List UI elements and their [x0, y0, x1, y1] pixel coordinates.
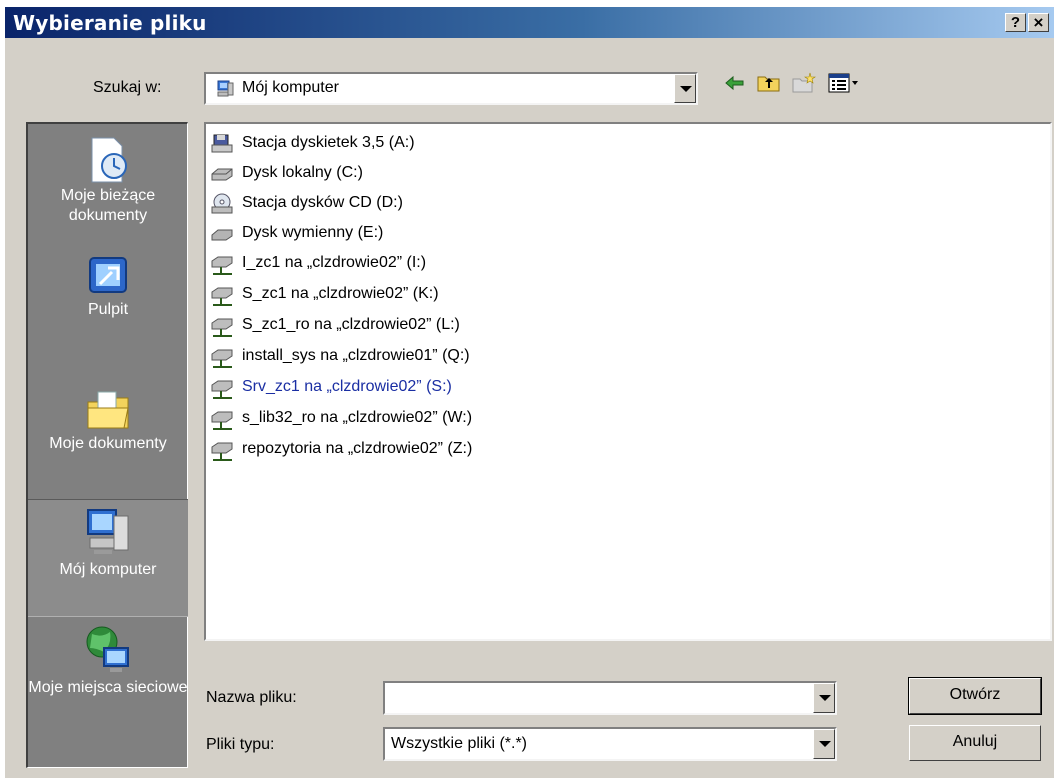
place-label: Pulpit	[87, 301, 129, 318]
removable-drive-icon	[211, 229, 233, 241]
filename-combo[interactable]	[383, 681, 837, 715]
place-my-computer[interactable]: Mój komputer	[28, 499, 188, 617]
place-label: Mój komputer	[59, 561, 157, 578]
hard-drive-icon	[211, 168, 233, 181]
place-my-documents[interactable]: Moje dokumenty	[28, 386, 188, 454]
network-drive-icon	[211, 318, 233, 337]
chevron-down-icon	[680, 85, 692, 92]
recent-documents-icon	[91, 137, 127, 183]
lookin-dropdown-button[interactable]	[674, 74, 696, 103]
cancel-button[interactable]: Anuluj	[909, 725, 1041, 761]
lookin-label: Szukaj w:	[93, 79, 162, 96]
help-button[interactable]: ?	[1005, 13, 1026, 32]
places-bar: Moje bieżące dokumenty Pulpit Moje dokum…	[26, 122, 188, 768]
network-drive-icon	[211, 349, 233, 368]
network-drive-icon	[211, 287, 233, 306]
file-list[interactable]: Stacja dyskietek 3,5 (A:) Dysk lokalny (…	[204, 122, 1052, 641]
network-drive-icon	[211, 442, 233, 461]
chevron-down-icon	[819, 741, 831, 747]
close-button[interactable]: ×	[1028, 13, 1049, 32]
lookin-value: Mój komputer	[242, 79, 339, 96]
place-recent-documents[interactable]: Moje bieżące dokumenty	[28, 134, 188, 226]
my-documents-icon	[87, 391, 129, 429]
network-places-icon	[86, 626, 129, 672]
floppy-drive-icon	[211, 134, 233, 153]
back-arrow-icon[interactable]	[723, 71, 747, 95]
dialog-title: Wybieranie pliku	[13, 11, 207, 35]
cd-drive-icon	[211, 193, 233, 214]
title-bar[interactable]: Wybieranie pliku ? ×	[5, 7, 1054, 38]
my-computer-small-icon	[217, 80, 234, 97]
up-folder-icon[interactable]	[756, 71, 782, 95]
filetype-label: Pliki typu:	[206, 736, 275, 753]
network-drive-icon	[211, 256, 233, 275]
chevron-down-icon	[819, 695, 831, 701]
filetype-combo[interactable]: Wszystkie pliki (*.*)	[383, 727, 837, 761]
my-computer-icon	[87, 509, 129, 554]
network-drive-icon	[211, 380, 233, 399]
file-open-dialog: Wybieranie pliku ? × Szukaj w: Mój kompu…	[4, 6, 1054, 778]
open-button[interactable]: Otwórz	[908, 677, 1042, 715]
filename-label: Nazwa pliku:	[206, 689, 297, 706]
place-label: Moje miejsca sieciowe	[28, 679, 188, 696]
place-desktop[interactable]: Pulpit	[28, 254, 188, 320]
filetype-dropdown-button[interactable]	[813, 729, 835, 759]
desktop-icon	[89, 257, 127, 293]
filename-dropdown-button[interactable]	[813, 683, 835, 713]
new-folder-icon[interactable]	[791, 71, 817, 95]
filetype-value: Wszystkie pliki (*.*)	[391, 735, 528, 752]
place-label: Moje bieżące dokumenty	[60, 187, 156, 224]
place-network-places[interactable]: Moje miejsca sieciowe	[28, 624, 188, 698]
lookin-combo[interactable]: Mój komputer	[204, 72, 698, 105]
view-menu-icon[interactable]	[827, 71, 861, 95]
place-label: Moje dokumenty	[49, 435, 167, 452]
network-drive-icon	[211, 411, 233, 430]
filename-input[interactable]	[389, 686, 813, 712]
